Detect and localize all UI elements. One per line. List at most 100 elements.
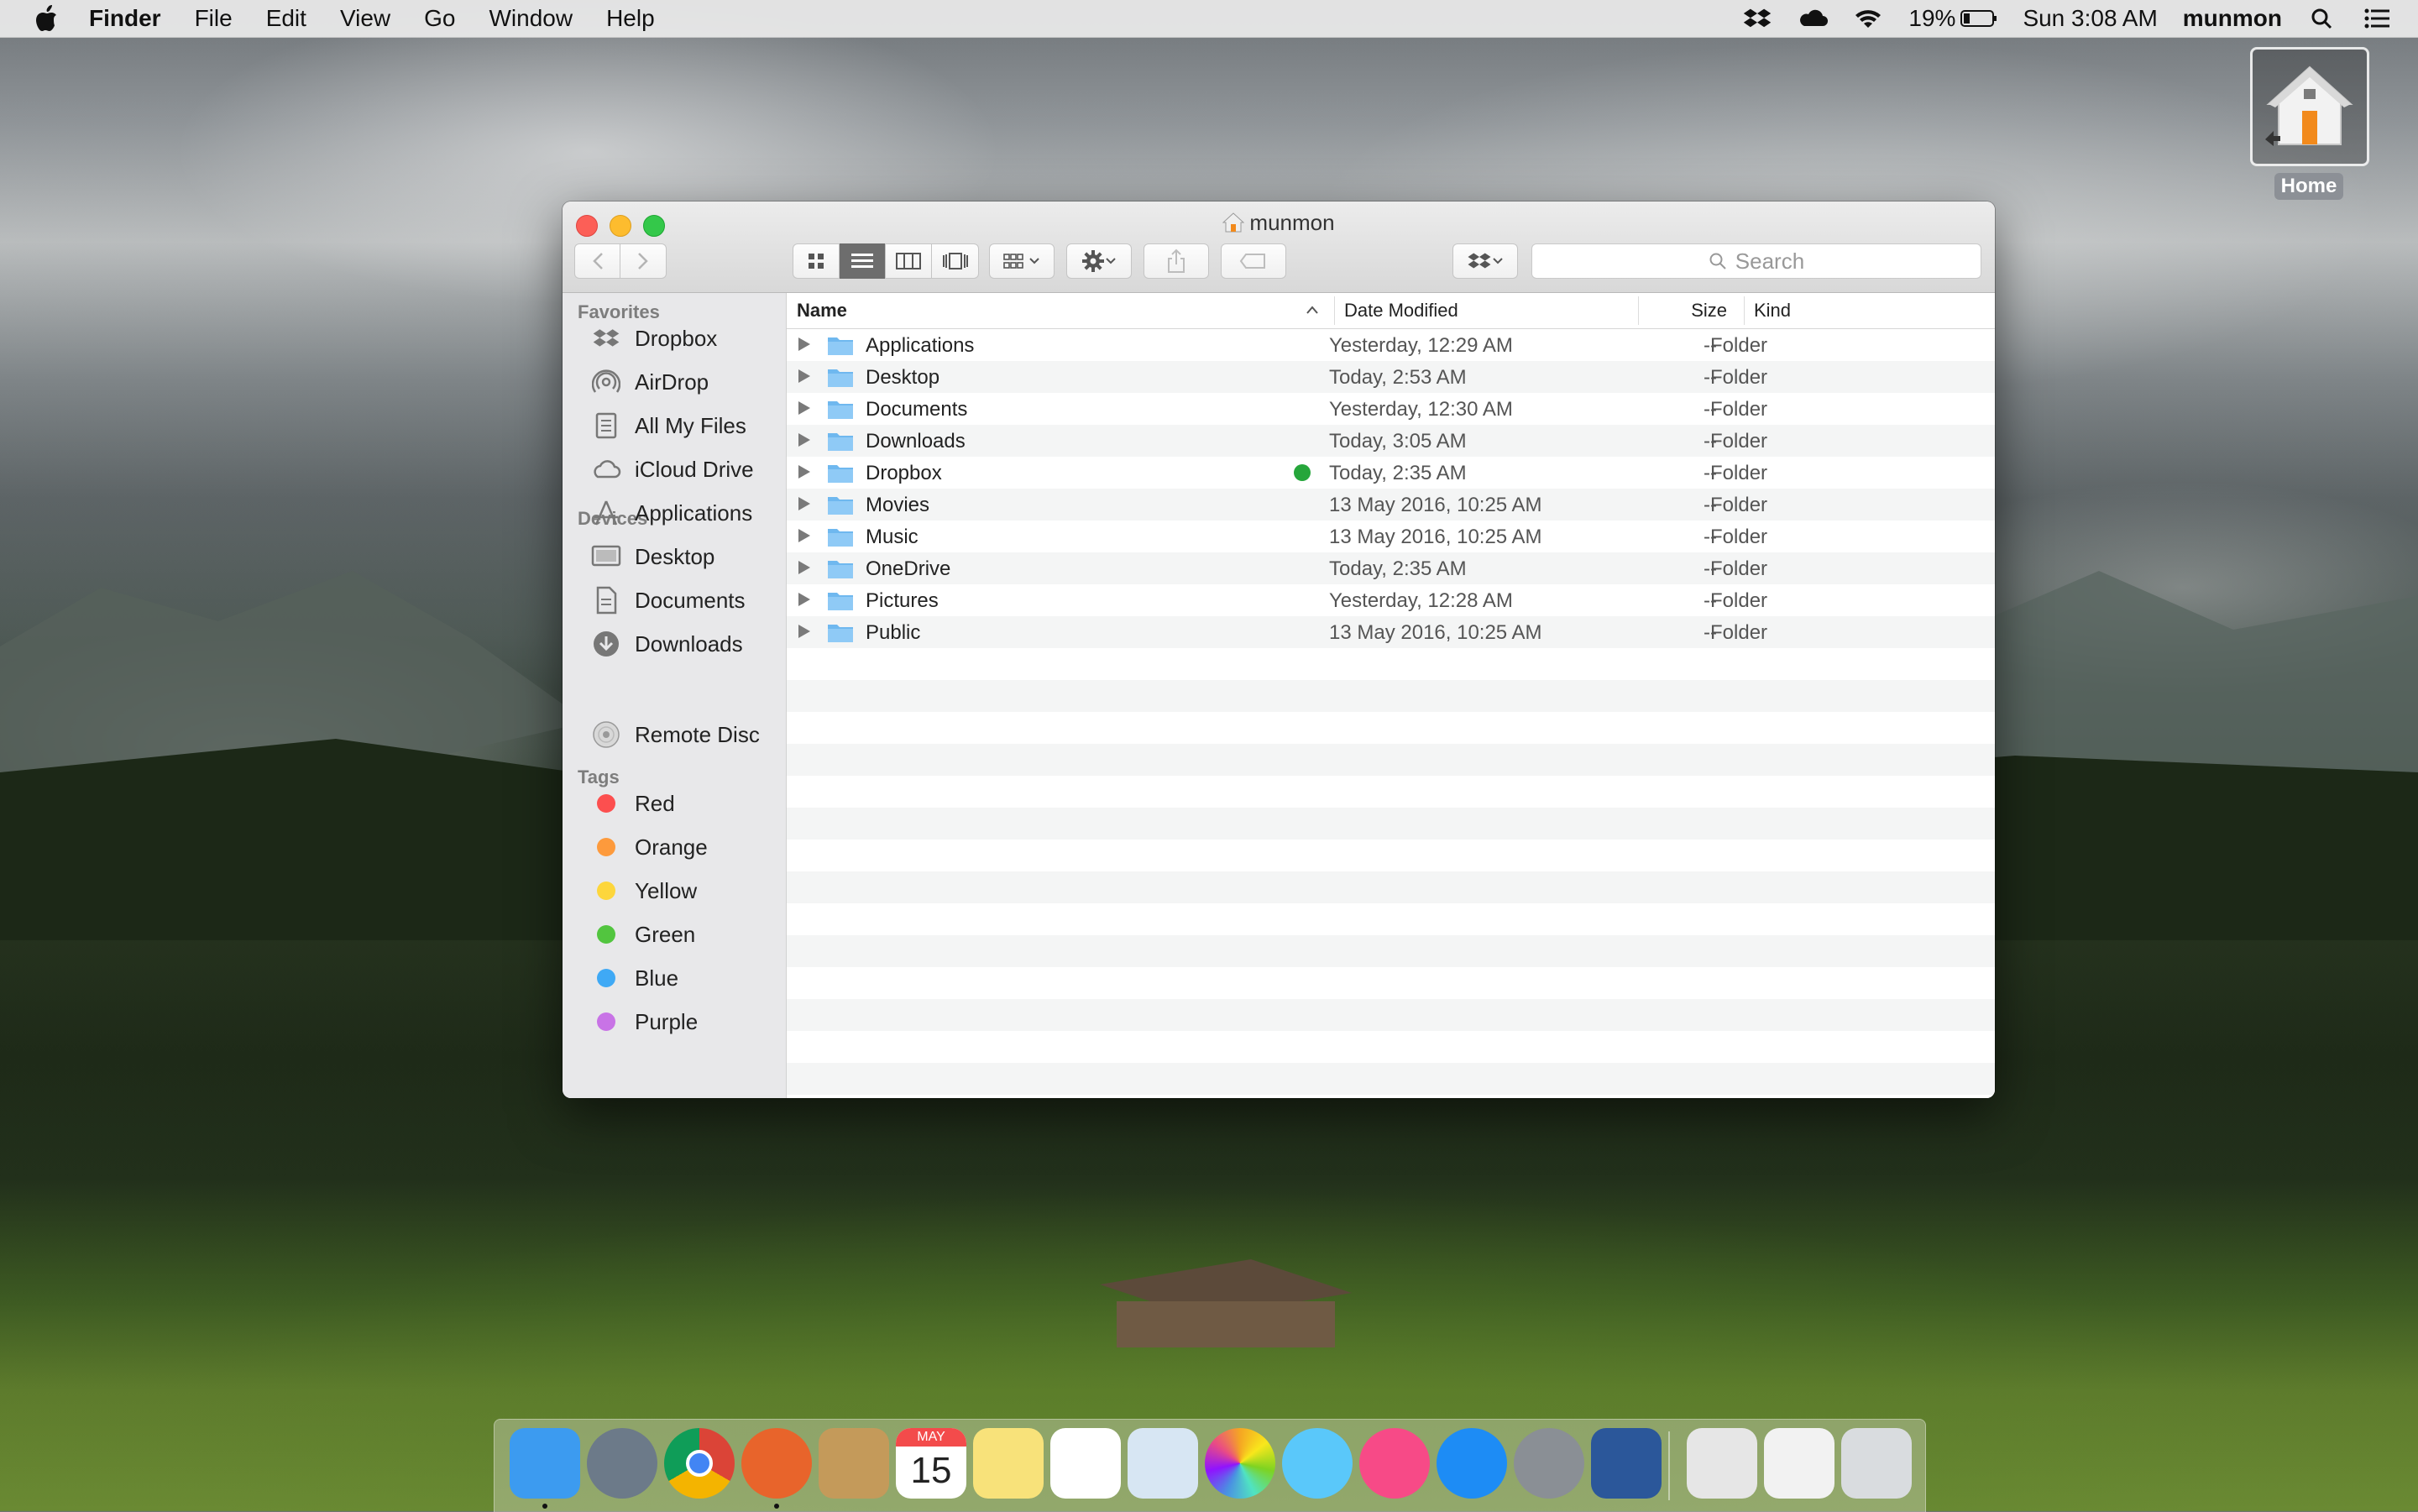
notes-icon[interactable] xyxy=(973,1428,1044,1499)
table-row[interactable]: Music 13 May 2016, 10:25 AM -- Folder xyxy=(787,521,1995,552)
table-row[interactable]: Dropbox Today, 2:35 AM -- Folder xyxy=(787,457,1995,489)
onedrive-status-icon[interactable] xyxy=(1798,6,1829,31)
launchpad-icon[interactable] xyxy=(587,1428,657,1499)
trash-icon[interactable] xyxy=(1841,1428,1912,1499)
share-button[interactable] xyxy=(1144,243,1209,279)
menu-bar: Finder File Edit View Go Window Help 19%… xyxy=(0,0,2418,38)
finder-icon[interactable] xyxy=(510,1428,580,1499)
icon-view-button[interactable] xyxy=(793,243,840,279)
cloud-icon xyxy=(594,460,621,479)
sidebar-item-icloud-drive[interactable]: iCloud Drive xyxy=(591,451,754,488)
chevron-down-icon xyxy=(1029,258,1039,264)
word-icon[interactable] xyxy=(1591,1428,1662,1499)
calendar-icon[interactable]: MAY 15 xyxy=(896,1428,966,1499)
dropbox-status-icon[interactable] xyxy=(1742,6,1772,31)
user-menu[interactable]: munmon xyxy=(2183,5,2282,32)
menu-help[interactable]: Help xyxy=(606,5,655,32)
menu-file[interactable]: File xyxy=(195,5,233,32)
reminders-icon[interactable] xyxy=(1050,1428,1121,1499)
app-store-icon[interactable] xyxy=(1437,1428,1507,1499)
cover-flow-button[interactable] xyxy=(932,243,978,279)
sidebar-tag-blue[interactable]: Blue xyxy=(591,960,678,997)
itunes-icon[interactable] xyxy=(1359,1428,1430,1499)
disclosure-triangle-icon[interactable] xyxy=(798,337,810,351)
list-view-button[interactable] xyxy=(840,243,886,279)
calendar-day: 15 xyxy=(910,1450,952,1491)
forward-button[interactable] xyxy=(620,243,666,279)
disclosure-triangle-icon[interactable] xyxy=(798,593,810,606)
applications-icon xyxy=(594,500,618,526)
battery-icon[interactable] xyxy=(1960,6,1997,31)
menu-app-name[interactable]: Finder xyxy=(89,5,161,32)
apple-icon[interactable] xyxy=(34,4,59,33)
column-name[interactable]: Name xyxy=(797,293,1318,328)
home-folder-icon[interactable] xyxy=(2250,47,2369,166)
sidebar-tag-orange[interactable]: Orange xyxy=(591,829,708,866)
disclosure-triangle-icon[interactable] xyxy=(798,529,810,542)
photos-icon[interactable] xyxy=(1205,1428,1275,1499)
downloads-stack-icon[interactable] xyxy=(1764,1428,1834,1499)
cover-flow-icon xyxy=(942,253,968,269)
firefox-icon[interactable] xyxy=(741,1428,812,1499)
column-view-button[interactable] xyxy=(886,243,932,279)
disclosure-triangle-icon[interactable] xyxy=(798,433,810,447)
wifi-icon[interactable] xyxy=(1853,6,1883,31)
folder-icon xyxy=(828,433,853,451)
dropbox-toolbar-button[interactable] xyxy=(1452,243,1518,279)
sidebar-tag-purple[interactable]: Purple xyxy=(591,1003,698,1040)
menu-go[interactable]: Go xyxy=(424,5,455,32)
table-row[interactable]: Documents Yesterday, 12:30 AM -- Folder xyxy=(787,393,1995,425)
sidebar-item-all-my-files[interactable]: All My Files xyxy=(591,407,746,444)
sidebar-tag-green[interactable]: Green xyxy=(591,916,695,953)
sidebar-item-remote-disc[interactable]: Remote Disc xyxy=(591,716,760,753)
table-row[interactable]: OneDrive Today, 2:35 AM -- Folder xyxy=(787,552,1995,584)
table-row[interactable]: Pictures Yesterday, 12:28 AM -- Folder xyxy=(787,584,1995,616)
disclosure-triangle-icon[interactable] xyxy=(798,625,810,638)
table-row[interactable]: Applications Yesterday, 12:29 AM -- Folder xyxy=(787,329,1995,361)
sidebar-item-applications[interactable]: Applications xyxy=(591,494,752,531)
disclosure-triangle-icon[interactable] xyxy=(798,369,810,383)
table-row[interactable]: Public 13 May 2016, 10:25 AM -- Folder xyxy=(787,616,1995,648)
battery-percent[interactable]: 19% xyxy=(1908,5,1955,32)
preview-icon[interactable] xyxy=(1128,1428,1198,1499)
table-row[interactable]: Desktop Today, 2:53 AM -- Folder xyxy=(787,361,1995,393)
back-button[interactable] xyxy=(575,243,621,279)
disclosure-triangle-icon[interactable] xyxy=(798,497,810,510)
notification-center-icon[interactable] xyxy=(2363,6,2393,31)
tags-button[interactable] xyxy=(1221,243,1286,279)
sidebar-item-documents[interactable]: Documents xyxy=(591,582,746,619)
column-date-modified[interactable]: Date Modified xyxy=(1344,293,1596,328)
messages-icon[interactable] xyxy=(1282,1428,1353,1499)
disclosure-triangle-icon[interactable] xyxy=(798,401,810,415)
sidebar-item-dropbox[interactable]: Dropbox xyxy=(591,320,717,357)
table-row[interactable]: Downloads Today, 3:05 AM -- Folder xyxy=(787,425,1995,457)
sidebar-item-airdrop[interactable]: AirDrop xyxy=(591,364,709,400)
desktop-home-alias[interactable]: Home xyxy=(2250,47,2369,200)
folder-icon xyxy=(828,529,853,547)
column-kind[interactable]: Kind xyxy=(1754,293,1922,328)
disclosure-triangle-icon[interactable] xyxy=(798,561,810,574)
sidebar-item-desktop[interactable]: Desktop xyxy=(591,538,714,575)
menu-view[interactable]: View xyxy=(340,5,390,32)
arrange-button[interactable] xyxy=(989,243,1055,279)
document-stack-icon[interactable] xyxy=(1687,1428,1757,1499)
system-preferences-icon[interactable] xyxy=(1514,1428,1584,1499)
spotlight-search-icon[interactable] xyxy=(2307,6,2337,31)
sidebar-item-label: AirDrop xyxy=(635,369,709,395)
chrome-icon[interactable] xyxy=(664,1428,735,1499)
disclosure-triangle-icon[interactable] xyxy=(798,465,810,479)
menu-edit[interactable]: Edit xyxy=(266,5,306,32)
table-row[interactable]: Movies 13 May 2016, 10:25 AM -- Folder xyxy=(787,489,1995,521)
search-field[interactable]: Search xyxy=(1531,243,1981,279)
column-size[interactable]: Size xyxy=(1648,293,1727,328)
finder-window: munmon Search Devices Favorites Dropbox … xyxy=(563,201,1995,1098)
sidebar-item-downloads[interactable]: Downloads xyxy=(591,625,743,662)
clock[interactable]: Sun 3:08 AM xyxy=(2023,5,2157,32)
sidebar-tag-red[interactable]: Red xyxy=(591,785,675,822)
menu-window[interactable]: Window xyxy=(489,5,573,32)
file-size: -- xyxy=(1704,398,1717,421)
sidebar-tag-yellow[interactable]: Yellow xyxy=(591,872,697,909)
action-button[interactable] xyxy=(1066,243,1132,279)
contacts-icon[interactable] xyxy=(819,1428,889,1499)
running-indicator xyxy=(774,1504,779,1509)
